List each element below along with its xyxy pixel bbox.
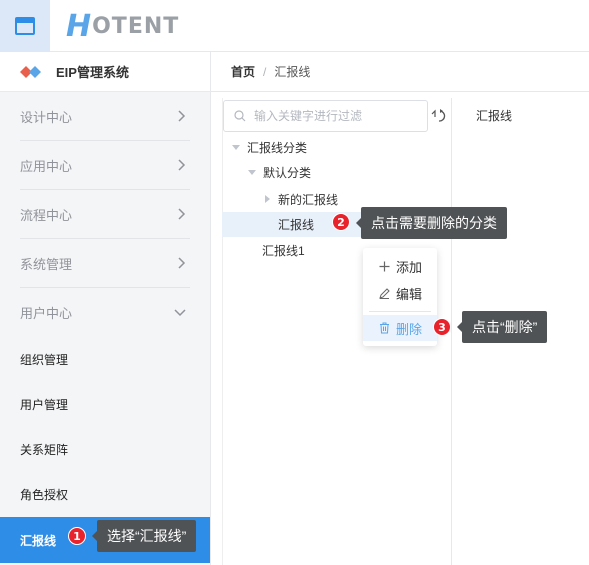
brand-title: EIP管理系统 [56,65,129,80]
sidebar-brand: EIP管理系统 [0,52,210,92]
tree-node-label: 汇报线分类 [247,140,308,155]
search-input[interactable] [254,109,414,123]
context-menu-delete[interactable]: 删除 [363,315,437,341]
top-bar: H OTENT [0,0,589,52]
sidebar-item-design-center[interactable]: 设计中心 [20,92,190,141]
context-menu-label: 删除 [396,321,423,337]
step-callout-1: 选择“汇报线” [97,520,197,552]
tree-node-root[interactable]: 汇报线分类 [231,135,307,159]
sidebar-item-label: 流程中心 [20,207,73,223]
chevron-down-icon [174,308,186,316]
sidebar-subitem-relation-matrix[interactable]: 关系矩阵 [0,427,210,472]
breadcrumb: 首页 / 汇报线 [211,52,589,92]
chevron-right-icon [178,257,186,269]
context-menu-divider [369,311,431,312]
sidebar: EIP管理系统 设计中心 应用中心 流程中心 系统管理 用户中心 组织管理 用户… [0,52,211,565]
tree-node-label: 汇报线1 [262,243,305,258]
step-badge-2: 2 [332,213,350,231]
tree-node-label: 新的汇报线 [278,192,339,207]
tree-node-label: 汇报线 [278,218,315,232]
tree-node-report-line-1[interactable]: 汇报线1 [262,238,305,262]
step-callout-2: 点击需要删除的分类 [361,207,507,239]
tree-node-label: 默认分类 [263,165,312,180]
context-menu-add[interactable]: 添加 [363,253,437,279]
chevron-right-icon [178,110,186,122]
menu-toggle-button[interactable] [0,0,50,52]
caret-down-icon [248,170,256,175]
caret-down-icon [232,145,240,150]
sidebar-item-label: 用户中心 [20,306,73,321]
breadcrumb-current: 汇报线 [274,65,311,79]
search-box [223,100,428,132]
sidebar-subitem-label: 组织管理 [20,353,69,367]
caret-right-icon [265,195,270,203]
context-menu: 添加 编辑 删除 [363,248,437,346]
tree-node-default-category[interactable]: 默认分类 [247,160,311,184]
breadcrumb-separator: / [263,64,267,79]
window-icon [15,17,35,35]
sidebar-subitem-role-authorization[interactable]: 角色授权 [0,472,210,517]
chevron-right-icon [178,208,186,220]
diamond-logo-icon [20,65,41,78]
trash-icon [380,322,389,334]
sidebar-subitem-user-management[interactable]: 用户管理 [0,382,210,427]
sidebar-item-flow-center[interactable]: 流程中心 [20,190,190,239]
plus-icon [379,261,390,271]
breadcrumb-home[interactable]: 首页 [231,63,255,80]
context-menu-edit[interactable]: 编辑 [363,280,437,306]
chevron-right-icon [178,159,186,171]
hotent-logo: H OTENT [66,8,180,44]
context-menu-label: 添加 [396,259,423,275]
step-badge-3: 3 [433,318,451,336]
sidebar-item-label: 应用中心 [20,158,73,174]
refresh-icon[interactable] [430,108,450,124]
step-callout-3: 点击“删除” [462,311,548,343]
sidebar-subitem-label: 角色授权 [20,488,69,502]
search-icon [234,110,246,122]
step-badge-1: 1 [68,527,86,545]
sidebar-subitem-label: 汇报线 [20,533,57,548]
content-title: 汇报线 [476,109,513,123]
sidebar-subitem-label: 用户管理 [20,398,69,412]
sidebar-subitem-label: 关系矩阵 [20,443,69,457]
sidebar-item-app-center[interactable]: 应用中心 [20,141,190,190]
tree-node-new-report-line[interactable]: 新的汇报线 [262,187,338,211]
sidebar-item-label: 设计中心 [20,109,73,125]
sidebar-item-user-center[interactable]: 用户中心 [20,288,190,337]
pencil-icon [379,287,390,299]
context-menu-label: 编辑 [396,286,423,302]
sidebar-subitem-org-management[interactable]: 组织管理 [0,337,210,382]
sidebar-item-label: 系统管理 [20,256,73,272]
sidebar-item-system-management[interactable]: 系统管理 [20,239,190,288]
